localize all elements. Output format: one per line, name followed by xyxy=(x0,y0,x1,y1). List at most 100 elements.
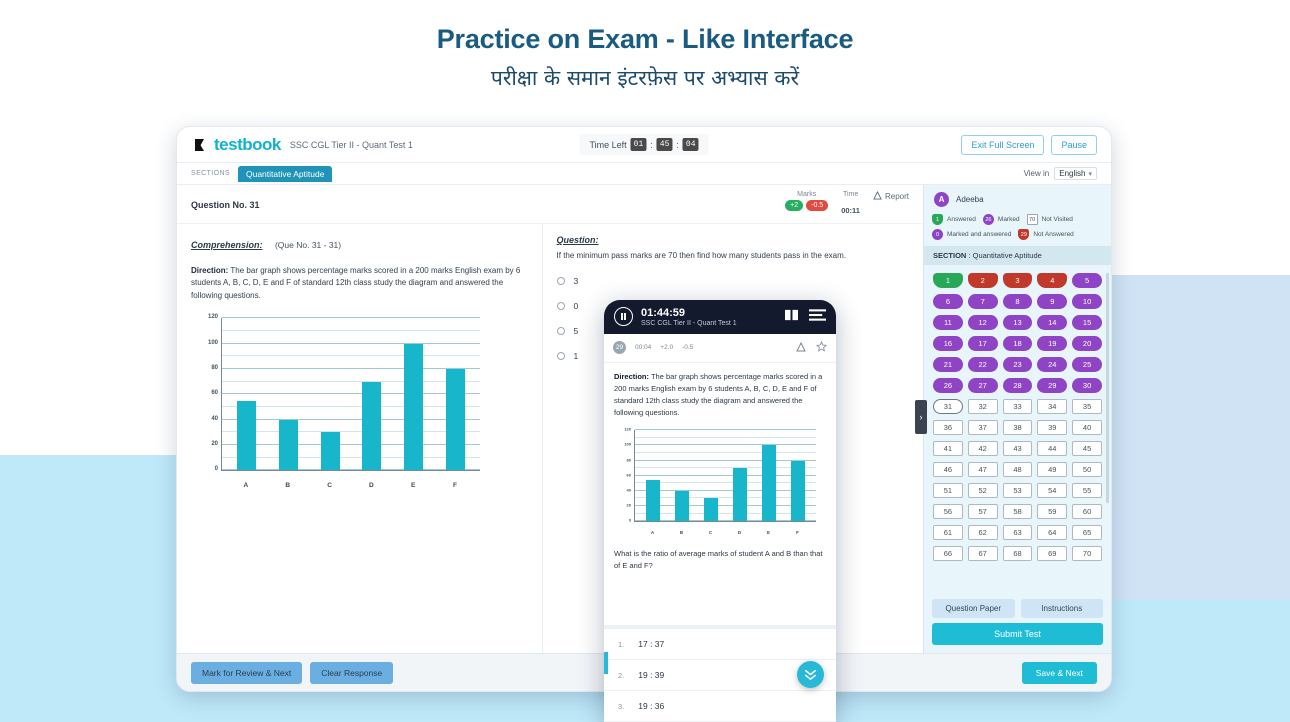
palette-question-48[interactable]: 48 xyxy=(1002,462,1033,477)
language-select[interactable]: English ▾ xyxy=(1054,167,1097,180)
palette-question-45[interactable]: 45 xyxy=(1072,441,1102,456)
palette-question-66[interactable]: 66 xyxy=(933,546,963,561)
palette-question-39[interactable]: 39 xyxy=(1037,420,1068,435)
palette-question-69[interactable]: 69 xyxy=(1037,546,1068,561)
palette-question-60[interactable]: 60 xyxy=(1072,504,1102,519)
palette-question-23[interactable]: 23 xyxy=(1002,357,1033,372)
radio-icon[interactable] xyxy=(556,277,565,285)
palette-question-37[interactable]: 37 xyxy=(967,420,998,435)
palette-question-56[interactable]: 56 xyxy=(933,504,963,519)
palette-question-16[interactable]: 16 xyxy=(933,336,963,351)
palette-question-68[interactable]: 68 xyxy=(1002,546,1033,561)
palette-question-30[interactable]: 30 xyxy=(1072,378,1102,393)
palette-question-5[interactable]: 5 xyxy=(1072,273,1102,288)
palette-question-62[interactable]: 62 xyxy=(967,525,998,540)
palette-question-13[interactable]: 13 xyxy=(1002,315,1033,330)
exit-full-screen-button[interactable]: Exit Full Screen xyxy=(961,134,1045,155)
palette-question-12[interactable]: 12 xyxy=(967,315,998,330)
palette-question-25[interactable]: 25 xyxy=(1072,357,1102,372)
palette-question-26[interactable]: 26 xyxy=(933,378,963,393)
palette-question-54[interactable]: 54 xyxy=(1037,483,1068,498)
palette-question-41[interactable]: 41 xyxy=(933,441,963,456)
mark-for-review-button[interactable]: Mark for Review & Next xyxy=(191,661,303,684)
palette-question-52[interactable]: 52 xyxy=(967,483,998,498)
palette-question-46[interactable]: 46 xyxy=(933,462,963,477)
radio-icon[interactable] xyxy=(556,302,565,310)
palette-question-20[interactable]: 20 xyxy=(1072,336,1102,351)
palette-question-51[interactable]: 51 xyxy=(933,483,963,498)
palette-question-49[interactable]: 49 xyxy=(1037,462,1068,477)
palette-question-65[interactable]: 65 xyxy=(1072,525,1102,540)
palette-question-28[interactable]: 28 xyxy=(1002,378,1033,393)
palette-question-53[interactable]: 53 xyxy=(1002,483,1033,498)
palette-question-24[interactable]: 24 xyxy=(1037,357,1068,372)
palette-question-70[interactable]: 70 xyxy=(1072,546,1102,561)
palette-question-36[interactable]: 36 xyxy=(933,420,963,435)
palette-question-58[interactable]: 58 xyxy=(1002,504,1033,519)
palette-question-44[interactable]: 44 xyxy=(1037,441,1068,456)
palette-question-43[interactable]: 43 xyxy=(1002,441,1033,456)
palette-scrollbar[interactable] xyxy=(1106,273,1109,504)
palette-question-38[interactable]: 38 xyxy=(1002,420,1033,435)
palette-question-32[interactable]: 32 xyxy=(967,399,998,414)
palette-question-50[interactable]: 50 xyxy=(1072,462,1102,477)
palette-question-8[interactable]: 8 xyxy=(1002,294,1033,309)
palette-question-2[interactable]: 2 xyxy=(967,273,998,288)
book-icon[interactable] xyxy=(784,308,799,326)
clear-response-button[interactable]: Clear Response xyxy=(310,661,394,684)
radio-icon[interactable] xyxy=(556,352,565,360)
save-and-next-button[interactable]: Save & Next xyxy=(1021,661,1097,684)
palette-question-9[interactable]: 9 xyxy=(1037,294,1068,309)
mobile-answer-option[interactable]: 3. 19 : 36 xyxy=(604,691,836,722)
chart-bar xyxy=(237,400,257,471)
palette-question-64[interactable]: 64 xyxy=(1037,525,1068,540)
mobile-answer-option[interactable]: 1. 17 : 37 xyxy=(604,629,836,660)
palette-question-22[interactable]: 22 xyxy=(967,357,998,372)
palette-question-42[interactable]: 42 xyxy=(967,441,998,456)
palette-question-55[interactable]: 55 xyxy=(1072,483,1102,498)
warning-triangle-icon[interactable] xyxy=(796,339,806,357)
palette-question-31[interactable]: 31 xyxy=(933,399,963,414)
palette-question-18[interactable]: 18 xyxy=(1002,336,1033,351)
palette-question-10[interactable]: 10 xyxy=(1072,294,1102,309)
palette-question-61[interactable]: 61 xyxy=(933,525,963,540)
pause-button[interactable]: Pause xyxy=(1051,134,1097,155)
question-palette[interactable]: 1 2 3 4 5 6 7 8 9 10 11 12 13 14 15 16 17 18 19 20 21 22 23 24 2… xyxy=(924,265,1111,594)
brand-logo[interactable]: testbook xyxy=(191,135,281,155)
pause-icon[interactable] xyxy=(614,307,633,327)
palette-question-14[interactable]: 14 xyxy=(1037,315,1068,330)
palette-question-63[interactable]: 63 xyxy=(1002,525,1033,540)
palette-question-3[interactable]: 3 xyxy=(1002,273,1033,288)
question-paper-button[interactable]: Question Paper xyxy=(932,599,1015,618)
palette-question-19[interactable]: 19 xyxy=(1037,336,1068,351)
palette-question-59[interactable]: 59 xyxy=(1037,504,1068,519)
answer-option[interactable]: 3 xyxy=(556,276,909,286)
report-button[interactable]: Report xyxy=(873,190,909,202)
star-icon[interactable] xyxy=(815,339,828,357)
palette-question-67[interactable]: 67 xyxy=(967,546,998,561)
hamburger-menu-icon[interactable] xyxy=(809,308,826,326)
palette-question-34[interactable]: 34 xyxy=(1037,399,1068,414)
radio-icon[interactable] xyxy=(556,327,565,335)
palette-question-40[interactable]: 40 xyxy=(1072,420,1102,435)
palette-question-7[interactable]: 7 xyxy=(967,294,998,309)
double-chevron-down-icon[interactable] xyxy=(797,661,824,688)
palette-question-57[interactable]: 57 xyxy=(967,504,998,519)
submit-test-button[interactable]: Submit Test xyxy=(932,623,1103,645)
palette-question-33[interactable]: 33 xyxy=(1002,399,1033,414)
sidebar-collapse-handle[interactable]: › xyxy=(915,400,927,435)
palette-question-21[interactable]: 21 xyxy=(933,357,963,372)
palette-question-11[interactable]: 11 xyxy=(933,315,963,330)
palette-question-35[interactable]: 35 xyxy=(1072,399,1102,414)
palette-question-15[interactable]: 15 xyxy=(1072,315,1102,330)
instructions-button[interactable]: Instructions xyxy=(1020,599,1103,618)
tab-quantitative-aptitude[interactable]: Quantitative Aptitude xyxy=(237,165,333,182)
palette-question-47[interactable]: 47 xyxy=(967,462,998,477)
question-palette-sidebar: › A Adeeba 1 Answered 26 Marked 70 Not Visite… xyxy=(915,185,1111,653)
palette-question-29[interactable]: 29 xyxy=(1037,378,1068,393)
palette-question-27[interactable]: 27 xyxy=(967,378,998,393)
palette-question-6[interactable]: 6 xyxy=(933,294,963,309)
palette-question-17[interactable]: 17 xyxy=(967,336,998,351)
palette-question-1[interactable]: 1 xyxy=(933,273,963,288)
palette-question-4[interactable]: 4 xyxy=(1037,273,1068,288)
